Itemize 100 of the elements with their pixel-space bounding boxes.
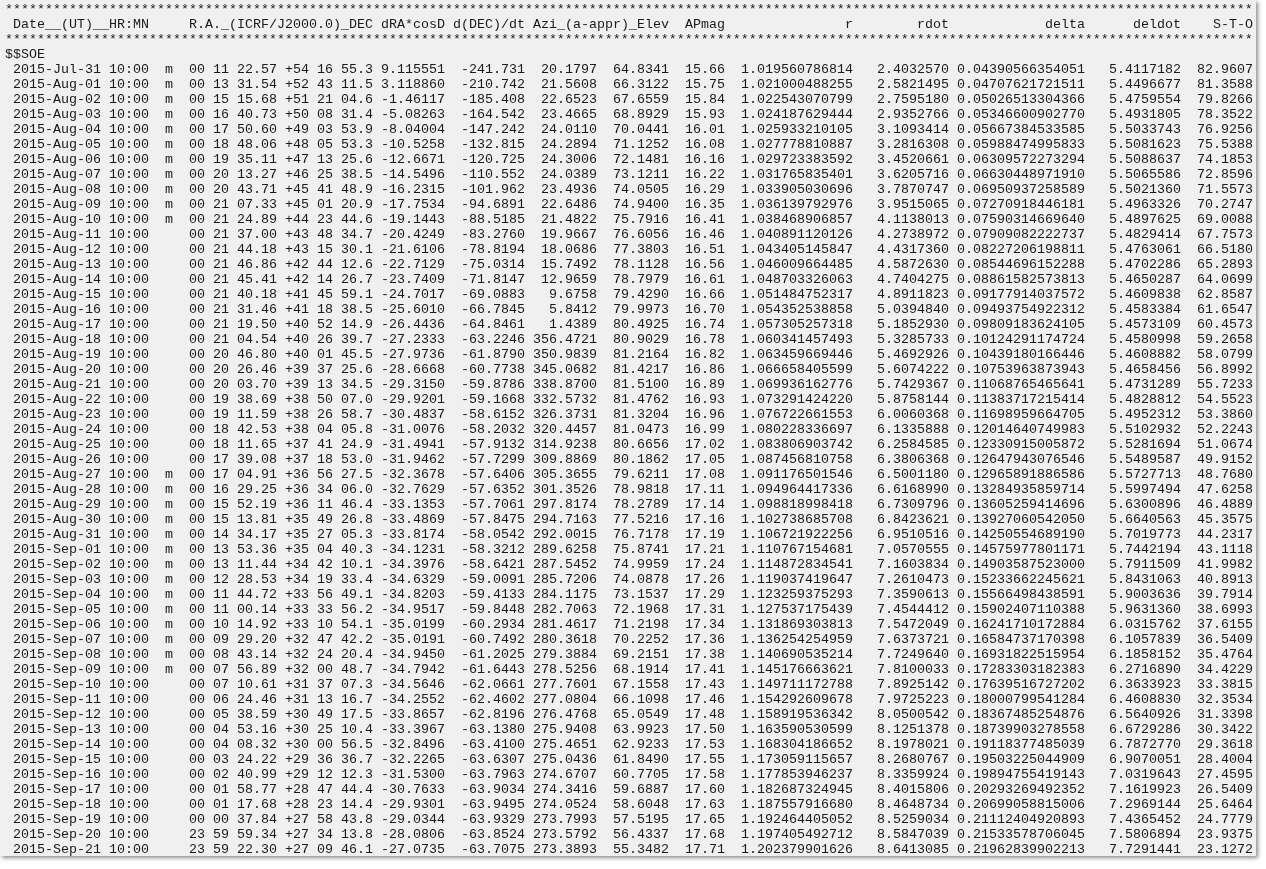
table-cell: +38 50 07.0 xyxy=(285,392,373,407)
table-cell: 6.0315762 xyxy=(1109,617,1181,632)
table-cell: -31.9462 xyxy=(381,452,445,467)
table-cell: 6.5640926 xyxy=(1109,707,1181,722)
table-cell-text: 15.7492 xyxy=(540,257,597,272)
table-cell: 00 16 29.25 xyxy=(189,482,277,497)
marker-label: m xyxy=(165,197,173,212)
asterisk-rule: ************************************************************************************************************************************************************ xyxy=(5,32,1253,47)
table-cell: 16.70 xyxy=(685,302,725,317)
table-cell: 326.3731 xyxy=(533,407,597,422)
table-cell: 301.3526 xyxy=(533,482,597,497)
table-cell-text: 59.6887 xyxy=(612,782,669,797)
table-cell: 275.9408 xyxy=(533,722,597,737)
table-cell: +42 14 26.7 xyxy=(285,272,373,287)
table-cell-text: -57.7299 xyxy=(460,452,525,467)
table-cell: 5.1852930 xyxy=(877,317,949,332)
table-cell: 0.18367485254876 xyxy=(957,707,1085,722)
table-cell: 4.4317360 xyxy=(877,242,949,257)
table-cell: 6.3633923 xyxy=(1109,677,1181,692)
table-cell: 5.4650287 xyxy=(1109,272,1181,287)
table-cell: 7.4365452 xyxy=(1109,812,1181,827)
table-cell: 279.3884 xyxy=(533,647,597,662)
table-cell-text: -61.2025 xyxy=(460,647,525,662)
table-cell: 2015-Aug-27 10:00 xyxy=(13,467,149,482)
table-cell: 7.0319643 xyxy=(1109,767,1181,782)
table-cell: 00 21 31.46 xyxy=(189,302,277,317)
table-cell: -8.04004 xyxy=(381,122,445,137)
table-cell-text: 12.9659 xyxy=(540,272,597,287)
table-cell-text: 81.4217 xyxy=(612,362,669,377)
table-cell: 275.4651 xyxy=(533,737,597,752)
table-cell: 5.9631360 xyxy=(1109,602,1181,617)
table-cell: 00 04 53.16 xyxy=(189,722,277,737)
table-cell: 6.6168990 xyxy=(877,482,949,497)
column-header: r xyxy=(844,17,853,32)
table-cell: 1.182687324945 xyxy=(741,782,853,797)
table-cell: 0.08544696152288 xyxy=(957,257,1085,272)
table-cell: 0.04707621721511 xyxy=(957,77,1085,92)
table-cell: 1.033905030696 xyxy=(741,182,853,197)
table-cell-text: 75.7916 xyxy=(612,212,669,227)
table-cell-text: -110.552 xyxy=(460,167,525,182)
marker-label: m xyxy=(165,77,173,92)
table-cell: 3.6205716 xyxy=(877,167,949,182)
table-cell: 1.114872834541 xyxy=(741,557,853,572)
table-cell: 7.0570555 xyxy=(877,542,949,557)
table-cell: 1.038468906857 xyxy=(741,212,853,227)
table-cell: 17.02 xyxy=(685,437,725,452)
table-cell: -30.7633 xyxy=(381,782,445,797)
table-cell: +33 56 49.1 xyxy=(285,587,373,602)
table-cell: 0.07909082222737 xyxy=(957,227,1085,242)
table-cell: 00 11 44.72 xyxy=(189,587,277,602)
table-cell: 2015-Aug-20 10:00 xyxy=(13,362,149,377)
table-cell: 5.5102932 xyxy=(1109,422,1181,437)
table-cell: -30.4837 xyxy=(381,407,445,422)
table-cell: 5.6300896 xyxy=(1109,497,1181,512)
table-cell: 38.6993 xyxy=(1197,602,1253,617)
table-cell: 17.50 xyxy=(685,722,725,737)
table-cell: 314.9238 xyxy=(533,437,597,452)
table-cell: +54 16 55.3 xyxy=(285,62,373,77)
marker-label: m xyxy=(165,137,173,152)
table-cell: 6.4608830 xyxy=(1109,692,1181,707)
table-cell: 7.6373721 xyxy=(877,632,949,647)
table-cell: -26.4436 xyxy=(381,317,445,332)
table-cell: 0.21962839902213 xyxy=(957,842,1085,857)
table-cell: 00 21 46.86 xyxy=(189,257,277,272)
table-cell: +35 04 40.3 xyxy=(285,542,373,557)
table-cell: 2015-Aug-01 10:00 xyxy=(13,77,149,92)
table-cell: 284.1175 xyxy=(533,587,597,602)
table-cell: 5.5997494 xyxy=(1109,482,1181,497)
table-cell-text: -63.6307 xyxy=(460,752,525,767)
table-cell: 29.3618 xyxy=(1197,737,1253,752)
table-cell: 4.2738972 xyxy=(877,227,949,242)
table-cell: 281.4617 xyxy=(533,617,597,632)
column-header: deldot xyxy=(1132,17,1181,32)
table-cell: 6.3806368 xyxy=(877,452,949,467)
table-cell: +48 05 53.3 xyxy=(285,137,373,152)
table-cell: 00 17 39.08 xyxy=(189,452,277,467)
table-cell-text: -94.6891 xyxy=(460,197,525,212)
table-cell: 1.140690535214 xyxy=(741,647,853,662)
table-cell: +41 45 59.1 xyxy=(285,287,373,302)
table-cell: 6.9510516 xyxy=(877,527,949,542)
table-cell: 6.1335888 xyxy=(877,422,949,437)
table-cell: 62.8587 xyxy=(1197,287,1253,302)
table-cell: 00 18 42.53 xyxy=(189,422,277,437)
table-cell: 0.13284935859714 xyxy=(957,482,1085,497)
table-cell-text: -63.8524 xyxy=(460,827,525,842)
table-cell: 16.35 xyxy=(685,197,725,212)
table-cell-text: -164.542 xyxy=(460,107,525,122)
table-cell: 2015-Sep-06 10:00 xyxy=(13,617,149,632)
table-cell-text: 75.8741 xyxy=(612,542,669,557)
table-cell: 0.14903587523000 xyxy=(957,557,1085,572)
table-cell: -34.7942 xyxy=(381,662,445,677)
table-cell-text: 76.6056 xyxy=(612,227,669,242)
table-cell: 1.066658405599 xyxy=(741,362,853,377)
table-cell: 7.4544412 xyxy=(877,602,949,617)
table-cell: 00 20 26.46 xyxy=(189,362,277,377)
table-cell: 00 03 24.22 xyxy=(189,752,277,767)
table-cell-text: -88.5185 xyxy=(460,212,525,227)
table-cell: 64.0699 xyxy=(1197,272,1253,287)
table-cell: 15.66 xyxy=(685,62,725,77)
table-cell: 2015-Aug-06 10:00 xyxy=(13,152,149,167)
